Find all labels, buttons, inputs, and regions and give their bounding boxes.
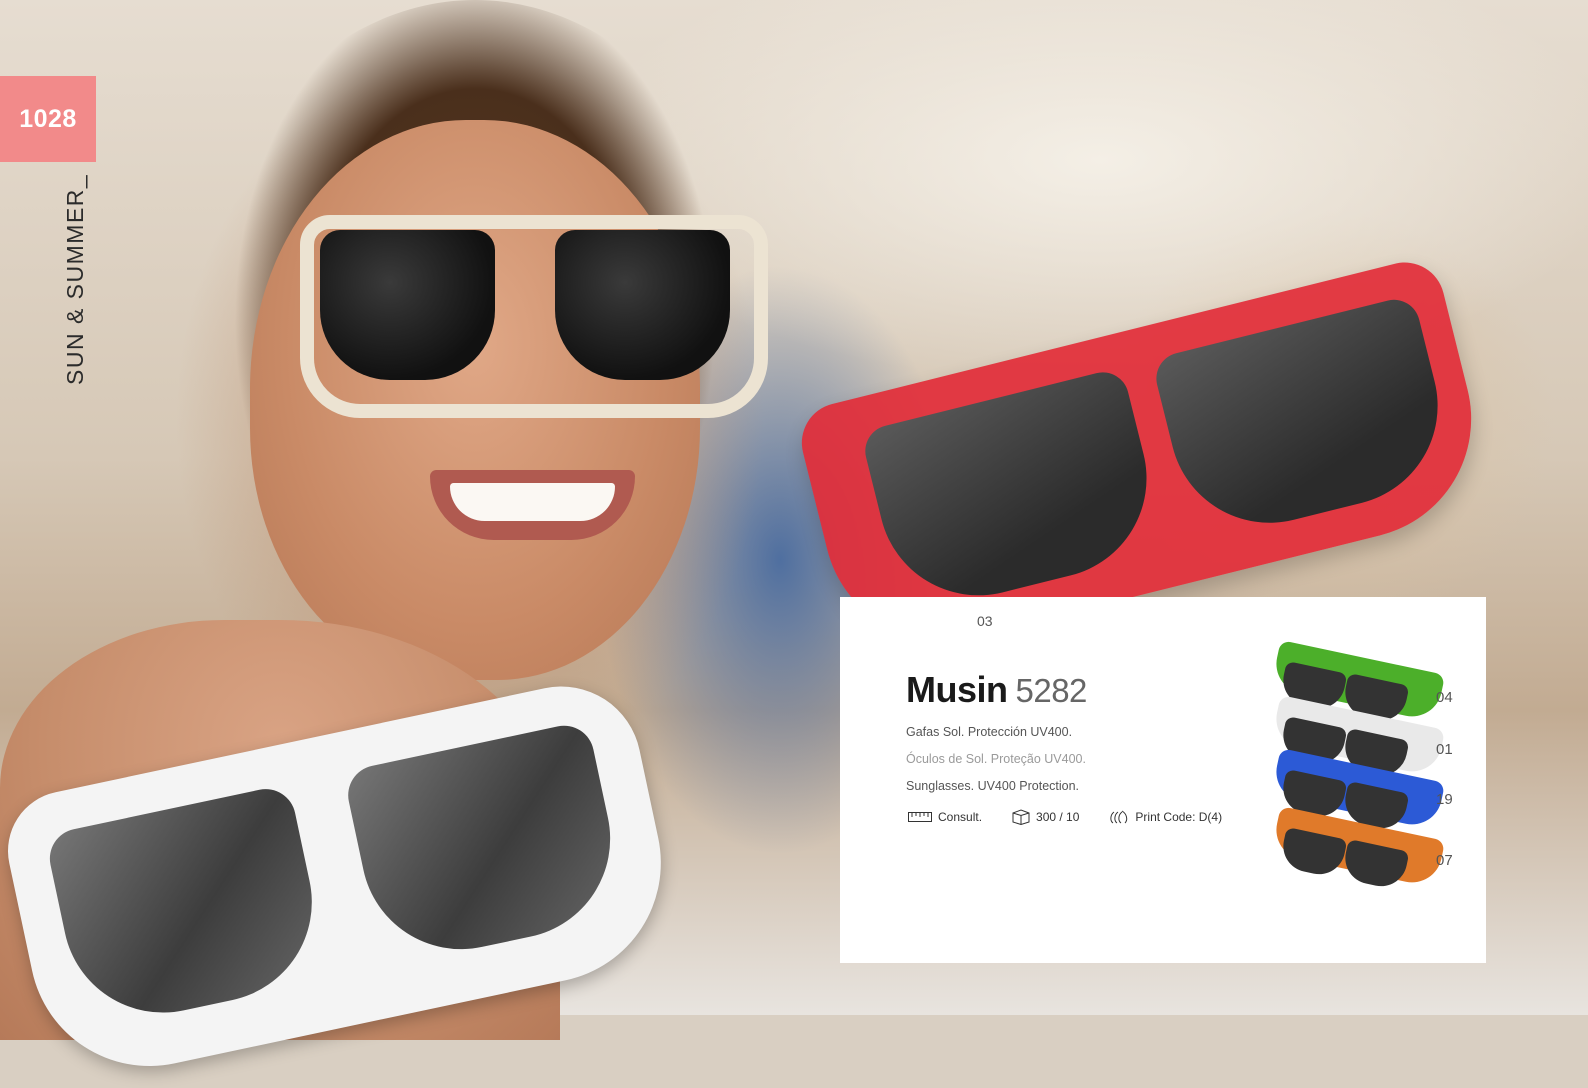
variant-code-19: 19 [1436,791,1453,808]
worn-sunglasses [300,215,768,418]
product-title: Musin 5282 [906,669,1087,711]
variant-code-04: 04 [1436,689,1453,706]
variant-code-07: 07 [1436,852,1453,869]
page-number: 1028 [19,104,77,133]
section-label: SUN & SUMMER_ [62,173,88,385]
product-info-card: 03 Musin 5282 Gafas Sol. Protección UV400… [840,597,1486,963]
spec-print-code: Print Code: D(4) [1109,809,1222,825]
spec-print-code-text: Print Code: D(4) [1135,810,1223,824]
spec-size-text: Consult. [938,810,983,824]
variant-image-07 [1270,806,1446,892]
product-reference: 5282 [1015,672,1088,709]
print-icon [1110,810,1128,824]
page-number-tab: 1028 [0,76,96,162]
teeth-shape [450,483,615,521]
description-es: Gafas Sol. Protección UV400. [906,725,1073,739]
variant-code-01: 01 [1436,741,1453,758]
description-pt: Óculos de Sol. Proteção UV400. [906,752,1086,766]
product-specs: Consult. 300 / 10 Print Code: D(4) [908,809,1252,825]
description-en: Sunglasses. UV400 Protection. [906,779,1080,793]
spec-packaging: 300 / 10 [1012,809,1079,825]
spec-packaging-text: 300 / 10 [1036,810,1080,824]
variant-image-19 [1270,748,1446,834]
variant-image-04 [1270,640,1446,726]
ruler-icon [908,812,932,822]
spec-size: Consult. [908,810,982,824]
product-name: Musin [906,669,1008,710]
hero-variant-code: 03 [977,613,993,629]
box-icon [1012,809,1030,825]
